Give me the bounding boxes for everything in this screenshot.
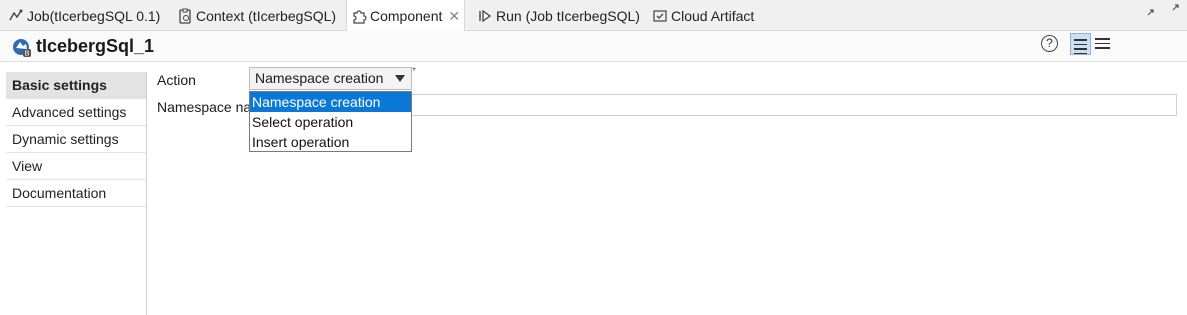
tab-label: Component (370, 8, 443, 24)
window-controls (1145, 2, 1181, 18)
tab-job[interactable]: Job(tIcerbegSQL 0.1) (8, 0, 160, 31)
namespace-name-label: Namespace na (157, 99, 252, 115)
nav-view[interactable]: View (6, 153, 146, 180)
minimize-icon[interactable] (1145, 2, 1161, 18)
nav-dynamic-settings[interactable]: Dynamic settings (6, 126, 146, 153)
cloud-artifact-icon (653, 9, 667, 22)
table-view-button[interactable] (1070, 33, 1091, 55)
puzzle-icon (353, 10, 367, 24)
context-icon (179, 8, 191, 24)
svg-text:B: B (25, 50, 30, 58)
tab-component[interactable]: Component ✕ (346, 0, 465, 32)
tab-label: Cloud Artifact (671, 7, 755, 24)
component-title: tIcebergSql_1 (36, 36, 155, 56)
list-view-button[interactable] (1092, 33, 1113, 55)
tab-label: Context (tIcerbegSQL) (196, 7, 337, 24)
tab-run[interactable]: Run (Job tIcerbegSQL) (477, 0, 640, 31)
nav-documentation[interactable]: Documentation (6, 180, 146, 207)
dropdown-arrow-icon[interactable] (395, 75, 405, 82)
iceberg-component-icon: B (13, 39, 31, 58)
run-icon (479, 9, 492, 22)
action-label: Action (157, 72, 196, 88)
nav-advanced-settings[interactable]: Advanced settings (6, 99, 146, 126)
action-dropdown-list: Namespace creation Select operation Inse… (249, 91, 412, 152)
required-marker: * (412, 66, 416, 77)
action-select-value: Namespace creation (255, 70, 384, 86)
tab-cloud-artifact[interactable]: Cloud Artifact (652, 0, 754, 31)
close-icon[interactable]: ✕ (448, 8, 460, 25)
dropdown-option-select-operation[interactable]: Select operation (250, 112, 411, 132)
settings-nav: Basic settings Advanced settings Dynamic… (6, 72, 147, 315)
dropdown-option-namespace-creation[interactable]: Namespace creation (250, 92, 411, 112)
action-select[interactable]: Namespace creation (249, 67, 412, 90)
dropdown-option-insert-operation[interactable]: Insert operation (250, 132, 411, 152)
component-header: B tIcebergSql_1 ? (0, 31, 1187, 62)
job-icon (9, 9, 23, 20)
nav-basic-settings[interactable]: Basic settings (6, 72, 146, 99)
help-icon[interactable]: ? (1041, 35, 1058, 52)
tab-label: Run (Job tIcerbegSQL) (496, 7, 640, 24)
maximize-icon[interactable] (1165, 2, 1181, 18)
editor-tab-bar: Job(tIcerbegSQL 0.1) Context (tIcerbegSQ… (0, 0, 1187, 32)
tab-label: Job(tIcerbegSQL 0.1) (27, 7, 161, 24)
tab-context[interactable]: Context (tIcerbegSQL) (177, 0, 336, 31)
